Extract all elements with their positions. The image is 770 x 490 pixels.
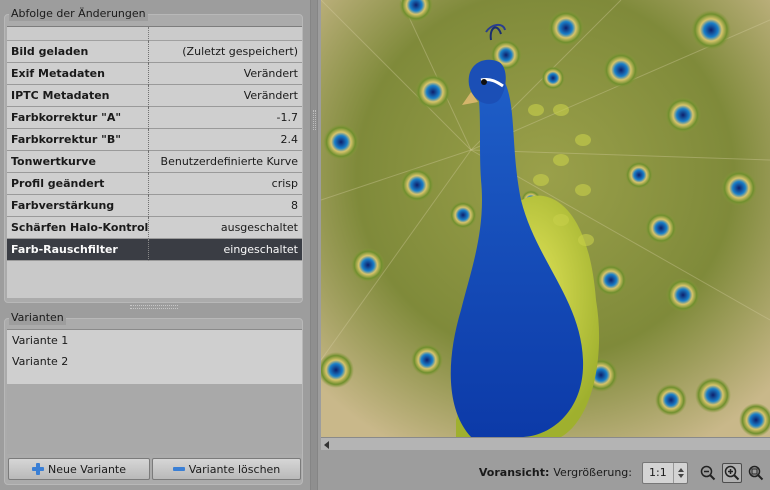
zoom-label: Vergrößerung: — [553, 466, 632, 479]
new-variant-label: Neue Variante — [47, 462, 126, 476]
zoom-spinbox[interactable]: 1:1 — [642, 461, 688, 484]
history-row-name: Farb-Rauschfilter — [11, 243, 118, 256]
history-row[interactable]: Schärfen Halo-Kontrolle ausgeschaltet — [7, 216, 302, 239]
peacock-image — [321, 0, 770, 437]
history-row[interactable]: Profil geändert crisp — [7, 172, 302, 195]
zoom-out-button[interactable] — [698, 463, 718, 483]
history-row-value: eingeschaltet — [148, 238, 302, 261]
history-row-name: Schärfen Halo-Kontrolle — [11, 221, 148, 234]
zoom-fit-icon — [748, 465, 764, 480]
history-row[interactable]: Farbkorrektur "B" 2.4 — [7, 128, 302, 151]
variants-group-title: Varianten — [9, 311, 66, 325]
history-row-value: (Zuletzt gespeichert) — [148, 40, 302, 63]
history-table: Bild geladen (Zuletzt gespeichert) Exif Me… — [7, 26, 302, 298]
history-row[interactable]: Tonwertkurve Benutzerdefinierte Kurve — [7, 150, 302, 173]
zoom-in-icon — [724, 465, 740, 480]
variants-empty-area — [7, 384, 302, 454]
history-row-name: Farbkorrektur "A" — [11, 111, 122, 124]
history-row[interactable]: Farbkorrektur "A" -1.7 — [7, 106, 302, 129]
preview-label: Voransicht: — [478, 466, 550, 479]
panel-splitter-handle[interactable] — [130, 305, 178, 309]
history-row-value: ausgeschaltet — [148, 216, 302, 239]
right-area: Voransicht: Vergrößerung: 1:1 — [318, 0, 770, 490]
delete-variant-button[interactable]: Variante löschen — [152, 458, 301, 480]
history-row-name: Profil geändert — [11, 177, 105, 190]
history-group-title: Abfolge der Änderungen — [9, 7, 148, 21]
variants-group: Varianten Variante 1 Variante 2 Neue Var… — [4, 311, 303, 485]
variant-item[interactable]: Variante 2 — [7, 351, 302, 372]
history-row[interactable]: Exif Metadaten Verändert — [7, 62, 302, 85]
zoom-fit-button[interactable] — [746, 463, 766, 483]
history-table-header — [7, 27, 302, 41]
history-row-name: Bild geladen — [11, 45, 89, 58]
history-row-name: IPTC Metadaten — [11, 89, 110, 102]
new-variant-button[interactable]: Neue Variante — [8, 458, 150, 480]
history-row-value: Verändert — [148, 62, 302, 85]
image-preview[interactable] — [321, 0, 770, 437]
history-row-value: Benutzerdefinierte Kurve — [148, 150, 302, 173]
variants-list: Variante 1 Variante 2 — [7, 329, 302, 384]
delete-variant-label: Variante löschen — [188, 462, 281, 476]
scroll-left-arrow-icon[interactable] — [324, 441, 329, 449]
variant-item[interactable]: Variante 1 — [7, 330, 302, 351]
history-row-name: Tonwertkurve — [11, 155, 96, 168]
history-group: Abfolge der Änderungen Bild geladen (Zule… — [4, 7, 303, 303]
zoom-out-icon — [700, 465, 716, 480]
history-row-name: Exif Metadaten — [11, 67, 105, 80]
plus-icon — [31, 463, 44, 475]
history-row[interactable]: IPTC Metadaten Verändert — [7, 84, 302, 107]
history-row-value: crisp — [148, 172, 302, 195]
history-row-value: Verändert — [148, 84, 302, 107]
history-row-value: 8 — [148, 194, 302, 217]
history-row-name: Farbverstärkung — [11, 199, 115, 212]
minus-icon — [172, 467, 185, 471]
history-row[interactable]: Farb-Rauschfilter eingeschaltet — [7, 238, 302, 261]
history-row-value: -1.7 — [148, 106, 302, 129]
history-row[interactable]: Bild geladen (Zuletzt gespeichert) — [7, 40, 302, 63]
history-row[interactable]: Farbverstärkung 8 — [7, 194, 302, 217]
history-row-value: 2.4 — [148, 128, 302, 151]
left-panel: Abfolge der Änderungen Bild geladen (Zule… — [0, 0, 310, 490]
zoom-value: 1:1 — [649, 466, 667, 479]
history-row-name: Farbkorrektur "B" — [11, 133, 121, 146]
preview-statusbar: Voransicht: Vergrößerung: 1:1 — [318, 455, 770, 490]
vertical-splitter[interactable] — [310, 0, 318, 490]
zoom-100-button[interactable] — [722, 462, 742, 483]
zoom-spinner-arrows-icon[interactable] — [673, 462, 687, 483]
preview-horizontal-scrollbar[interactable] — [321, 437, 770, 450]
